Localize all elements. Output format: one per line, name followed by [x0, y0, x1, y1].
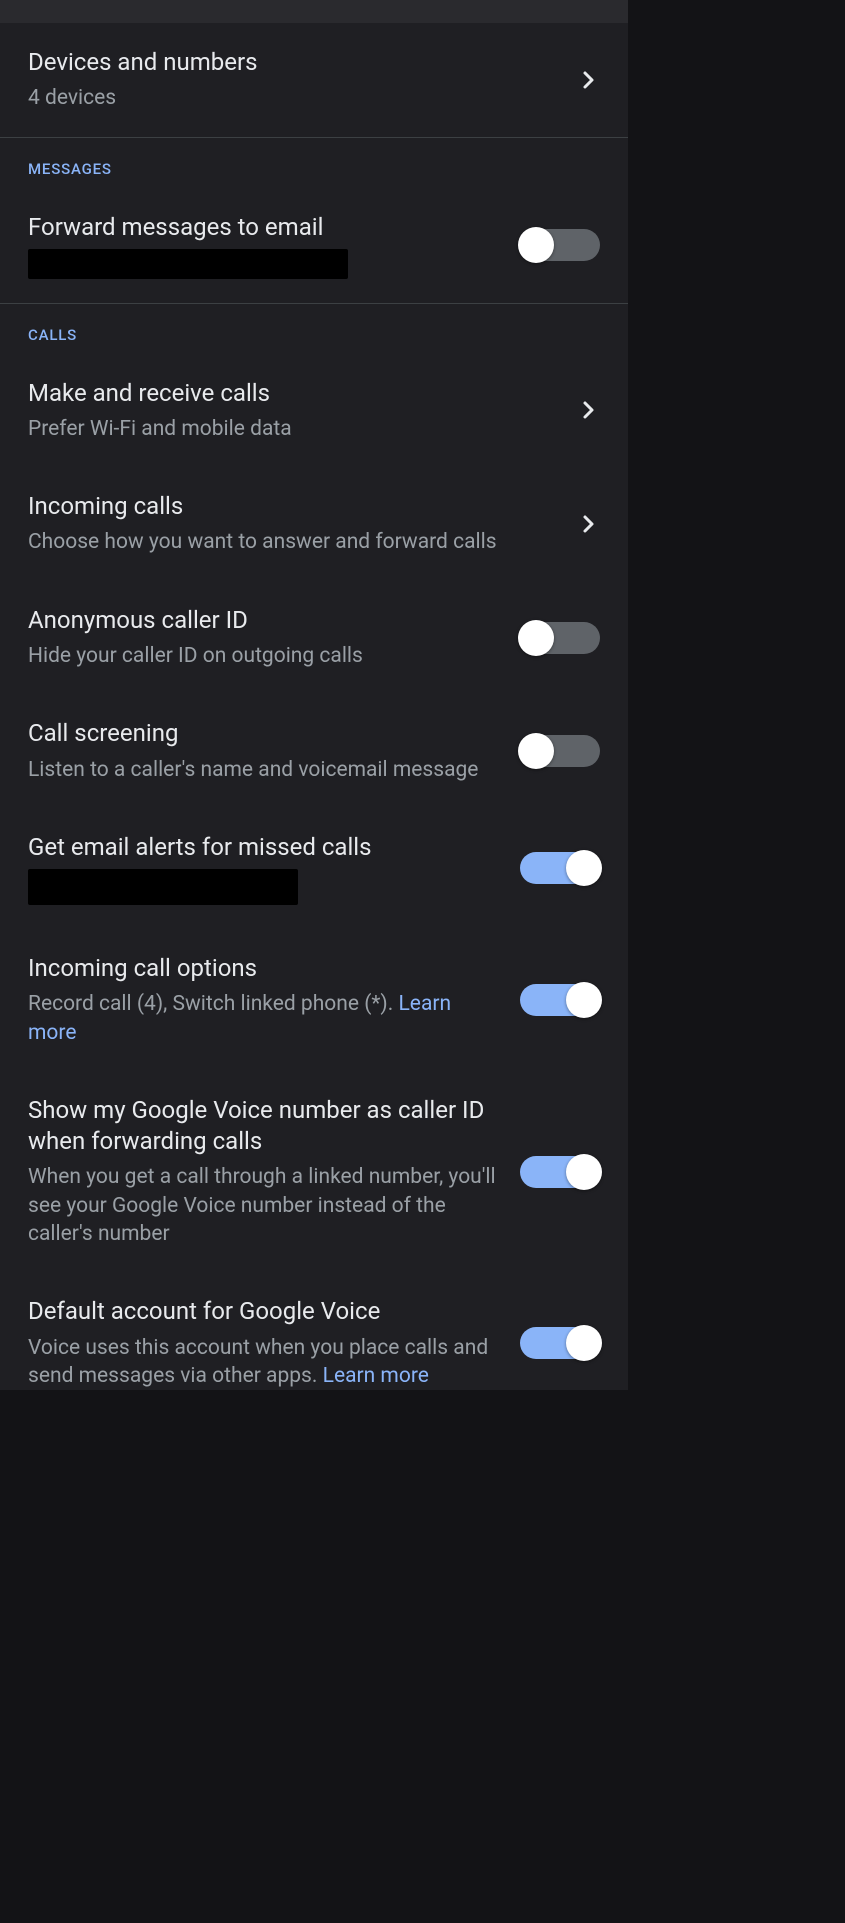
- row-text: Forward messages to email: [28, 212, 520, 279]
- row-text: Incoming calls Choose how you want to an…: [28, 491, 576, 557]
- incoming-calls-title: Incoming calls: [28, 491, 556, 522]
- forward-messages-toggle[interactable]: [520, 229, 600, 261]
- calls-section-header: CALLS: [0, 304, 628, 354]
- devices-title: Devices and numbers: [28, 47, 556, 78]
- chevron-right-icon: [576, 512, 600, 536]
- row-text: Anonymous caller ID Hide your caller ID …: [28, 605, 520, 671]
- chevron-right-icon: [576, 68, 600, 92]
- row-text: Show my Google Voice number as caller ID…: [28, 1095, 520, 1248]
- default-title: Default account for Google Voice: [28, 1296, 500, 1327]
- make-calls-title: Make and receive calls: [28, 378, 556, 409]
- anon-title: Anonymous caller ID: [28, 605, 500, 636]
- row-text: Incoming call options Record call (4), S…: [28, 953, 520, 1047]
- row-text: Make and receive calls Prefer Wi-Fi and …: [28, 378, 576, 444]
- options-title: Incoming call options: [28, 953, 500, 984]
- callerid-title: Show my Google Voice number as caller ID…: [28, 1095, 500, 1157]
- incoming-call-options-toggle[interactable]: [520, 984, 600, 1016]
- forward-messages-row[interactable]: Forward messages to email: [0, 188, 628, 303]
- missed-call-alerts-toggle[interactable]: [520, 852, 600, 884]
- row-text: Devices and numbers 4 devices: [28, 47, 576, 113]
- devices-and-numbers-row[interactable]: Devices and numbers 4 devices: [0, 23, 628, 137]
- default-account-toggle[interactable]: [520, 1327, 600, 1359]
- call-screening-row[interactable]: Call screening Listen to a caller's name…: [0, 694, 628, 808]
- callerid-subtitle: When you get a call through a linked num…: [28, 1163, 500, 1248]
- incoming-call-options-row[interactable]: Incoming call options Record call (4), S…: [0, 929, 628, 1071]
- options-subtitle-text: Record call (4), Switch linked phone (*)…: [28, 992, 399, 1016]
- missed-call-alerts-row[interactable]: Get email alerts for missed calls: [0, 808, 628, 929]
- learn-more-link[interactable]: Learn more: [323, 1364, 429, 1388]
- devices-subtitle: 4 devices: [28, 84, 556, 112]
- incoming-calls-row[interactable]: Incoming calls Choose how you want to an…: [0, 467, 628, 581]
- show-gv-callerid-toggle[interactable]: [520, 1156, 600, 1188]
- make-receive-calls-row[interactable]: Make and receive calls Prefer Wi-Fi and …: [0, 354, 628, 468]
- options-subtitle: Record call (4), Switch linked phone (*)…: [28, 990, 500, 1047]
- row-text: Default account for Google Voice Voice u…: [28, 1296, 520, 1390]
- row-text: Call screening Listen to a caller's name…: [28, 718, 520, 784]
- show-gv-callerid-row[interactable]: Show my Google Voice number as caller ID…: [0, 1071, 628, 1272]
- default-account-row[interactable]: Default account for Google Voice Voice u…: [0, 1272, 628, 1390]
- messages-section-header: MESSAGES: [0, 138, 628, 188]
- screening-subtitle: Listen to a caller's name and voicemail …: [28, 756, 500, 784]
- redacted-email: [28, 249, 348, 279]
- screening-title: Call screening: [28, 718, 500, 749]
- chevron-right-icon: [576, 398, 600, 422]
- settings-panel: Devices and numbers 4 devices MESSAGES F…: [0, 0, 628, 1390]
- top-bar: [0, 0, 628, 23]
- anonymous-caller-id-toggle[interactable]: [520, 622, 600, 654]
- missed-title: Get email alerts for missed calls: [28, 832, 500, 863]
- make-calls-subtitle: Prefer Wi-Fi and mobile data: [28, 415, 556, 443]
- default-subtitle: Voice uses this account when you place c…: [28, 1334, 500, 1391]
- anon-subtitle: Hide your caller ID on outgoing calls: [28, 642, 500, 670]
- redacted-email: [28, 869, 298, 905]
- forward-messages-title: Forward messages to email: [28, 212, 500, 243]
- row-text: Get email alerts for missed calls: [28, 832, 520, 905]
- anonymous-caller-id-row[interactable]: Anonymous caller ID Hide your caller ID …: [0, 581, 628, 695]
- incoming-calls-subtitle: Choose how you want to answer and forwar…: [28, 528, 556, 556]
- call-screening-toggle[interactable]: [520, 735, 600, 767]
